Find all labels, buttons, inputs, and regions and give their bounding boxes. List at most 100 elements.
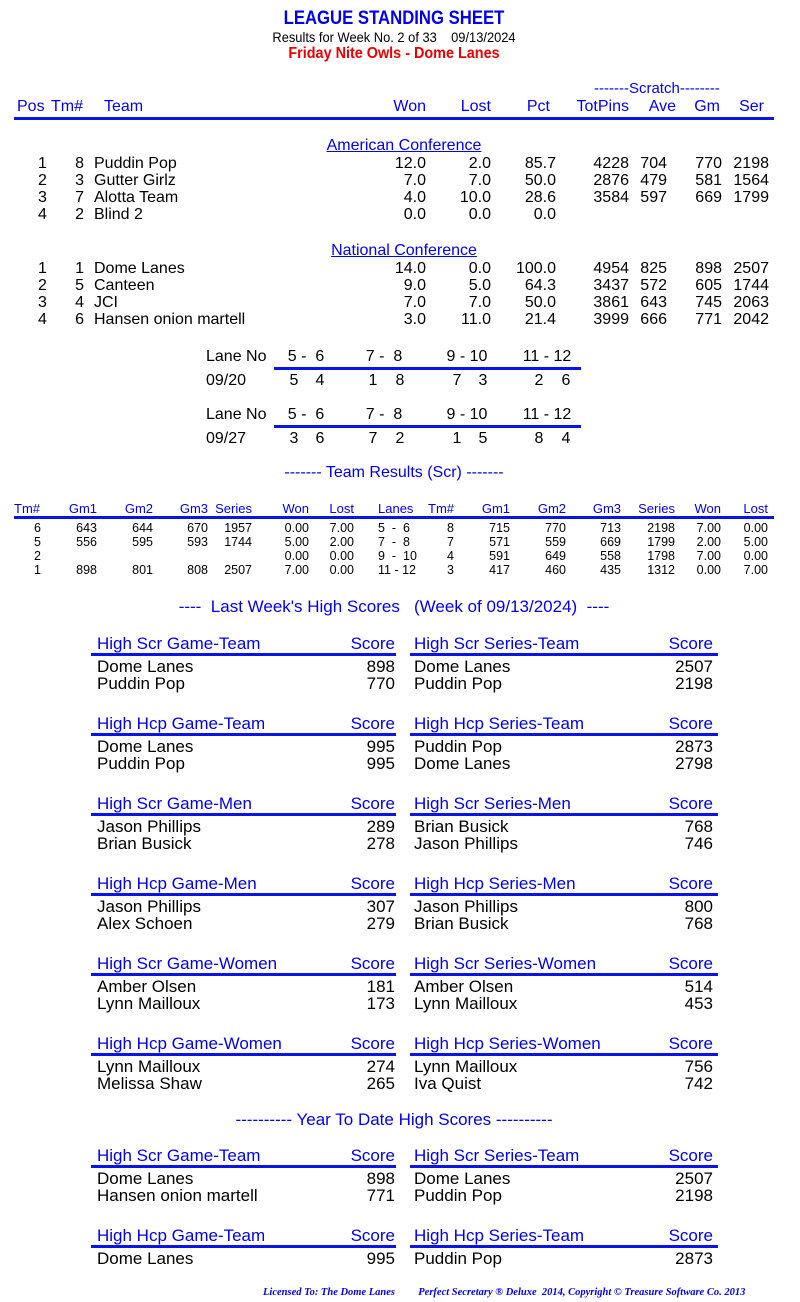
- team-result-left-series: 1744: [224, 535, 252, 549]
- team-result-right-gm3: 669: [600, 535, 621, 549]
- standing-team-name: Alotta Team: [94, 189, 179, 206]
- standing-pct: 64.3: [524, 277, 556, 294]
- team-result-left-tm: 6: [34, 521, 41, 535]
- standing-ave: 643: [640, 294, 667, 311]
- standing-series: 1744: [733, 277, 769, 294]
- standing-pos: 2: [38, 172, 47, 189]
- scheduled-team: 4: [561, 430, 571, 447]
- standing-lost: 10.0: [459, 189, 491, 206]
- team-result-right-gm2: 649: [545, 549, 566, 563]
- high-score-rule: [410, 1053, 718, 1056]
- standings-header-rule: [14, 117, 774, 120]
- score-column-label: Score: [350, 714, 395, 733]
- standing-totpins: 3584: [593, 189, 629, 206]
- high-score-value: 453: [684, 994, 713, 1013]
- team-results-title: ------- Team Results (Scr) -------: [284, 464, 504, 481]
- team-result-left-gm1: 898: [76, 563, 97, 577]
- score-column-label: Score: [350, 1034, 395, 1053]
- standing-lost: 0.0: [468, 206, 491, 223]
- team-result-right-gm1: 591: [489, 549, 510, 563]
- high-score-category: High Hcp Series-Women: [414, 1034, 601, 1053]
- high-score-category: High Scr Series-Team: [414, 1146, 580, 1165]
- team-results-header-left: Tm#: [14, 501, 40, 516]
- sheet-title: LEAGUE STANDING SHEET: [283, 8, 505, 29]
- team-result-right-gm3: 558: [600, 549, 621, 563]
- standing-ave: 825: [640, 260, 667, 277]
- week-subtitle: Results for Week No. 2 of 33 09/13/2024: [272, 29, 516, 45]
- team-result-right-lost: 7.00: [743, 563, 768, 577]
- high-score-rule: [410, 973, 718, 976]
- team-result-right-gm1: 715: [489, 521, 510, 535]
- lane-schedule-rule: [274, 425, 581, 428]
- standing-team-number: 6: [75, 311, 84, 328]
- standing-pos: 3: [38, 189, 47, 206]
- score-column-label: Score: [668, 1034, 713, 1053]
- high-score-value: 265: [366, 1074, 395, 1093]
- team-results-header-right: Gm1: [481, 501, 510, 516]
- standing-totpins: 2876: [593, 172, 629, 189]
- score-column-label: Score: [668, 634, 713, 653]
- standing-lost: 11.0: [461, 311, 491, 328]
- standing-won: 7.0: [403, 294, 426, 311]
- standing-ave: 479: [640, 172, 667, 189]
- high-score-category: High Hcp Series-Men: [414, 874, 576, 893]
- high-score-value: 746: [684, 834, 713, 853]
- team-result-left-tm: 2: [34, 549, 41, 563]
- high-score-name: Dome Lanes: [414, 754, 511, 773]
- team-result-right-gm1: 417: [489, 563, 510, 577]
- high-score-rule: [91, 893, 396, 896]
- high-score-rule: [91, 1053, 396, 1056]
- standing-ave: 704: [640, 155, 667, 172]
- high-score-category: High Scr Game-Women: [97, 954, 278, 973]
- standing-series: 2507: [733, 260, 769, 277]
- team-result-left-lost: 0.00: [329, 563, 354, 577]
- standing-pct: 50.0: [524, 294, 556, 311]
- standing-pos: 4: [38, 311, 47, 328]
- lane-pair-label: 11 - 12: [522, 348, 572, 365]
- team-result-lanes: 9 - 10: [378, 549, 417, 563]
- team-result-left-tm: 1: [34, 563, 41, 577]
- standing-won: 0.0: [403, 206, 426, 223]
- score-column-label: Score: [668, 714, 713, 733]
- footer: Licensed To: The Dome Lanes Perfect Secr…: [263, 1287, 745, 1298]
- high-score-rule: [91, 1165, 396, 1168]
- standing-lost: 0.0: [468, 260, 491, 277]
- high-score-name: Iva Quist: [414, 1074, 482, 1093]
- high-score-name: Hansen onion martell: [97, 1186, 258, 1205]
- team-results-rule: [14, 516, 774, 519]
- conference-title: American Conference: [326, 137, 482, 154]
- team-results-header-right: Gm2: [537, 501, 566, 516]
- high-score-category: High Hcp Series-Team: [414, 1226, 585, 1245]
- standing-team-name: JCI: [94, 294, 118, 311]
- team-result-left-gm2: 801: [132, 563, 153, 577]
- standing-pct: 0.0: [533, 206, 556, 223]
- standing-pct: 28.6: [524, 189, 556, 206]
- team-result-left-series: 1957: [224, 521, 252, 535]
- standing-won: 9.0: [403, 277, 426, 294]
- standing-series: 2063: [733, 294, 769, 311]
- high-score-category: High Hcp Series-Team: [414, 714, 585, 733]
- team-result-right-gm3: 435: [600, 563, 621, 577]
- standing-pos: 1: [38, 260, 47, 277]
- high-score-name: Dome Lanes: [97, 1249, 194, 1268]
- league-name: Friday Nite Owls - Dome Lanes: [288, 45, 500, 62]
- standing-team-name: Canteen: [94, 277, 155, 294]
- standing-game: 581: [695, 172, 722, 189]
- lane-pair-label: 11 - 12: [522, 406, 572, 423]
- high-score-name: Puddin Pop: [414, 1186, 502, 1205]
- standing-game: 770: [695, 155, 722, 172]
- high-score-rule: [410, 893, 718, 896]
- high-score-rule: [91, 973, 396, 976]
- standing-game: 605: [695, 277, 722, 294]
- high-score-category: High Scr Game-Team: [97, 1146, 261, 1165]
- standing-game: 745: [695, 294, 722, 311]
- team-result-left-gm2: 595: [132, 535, 153, 549]
- column-header-ser: Ser: [739, 98, 764, 115]
- high-score-value: 770: [366, 674, 395, 693]
- standing-pos: 1: [38, 155, 47, 172]
- team-results-header-right: Lost: [743, 501, 768, 516]
- standing-team-name: Dome Lanes: [94, 260, 185, 277]
- standing-totpins: 3437: [593, 277, 629, 294]
- column-header-pos: Pos: [17, 98, 45, 115]
- standing-team-number: 4: [75, 294, 84, 311]
